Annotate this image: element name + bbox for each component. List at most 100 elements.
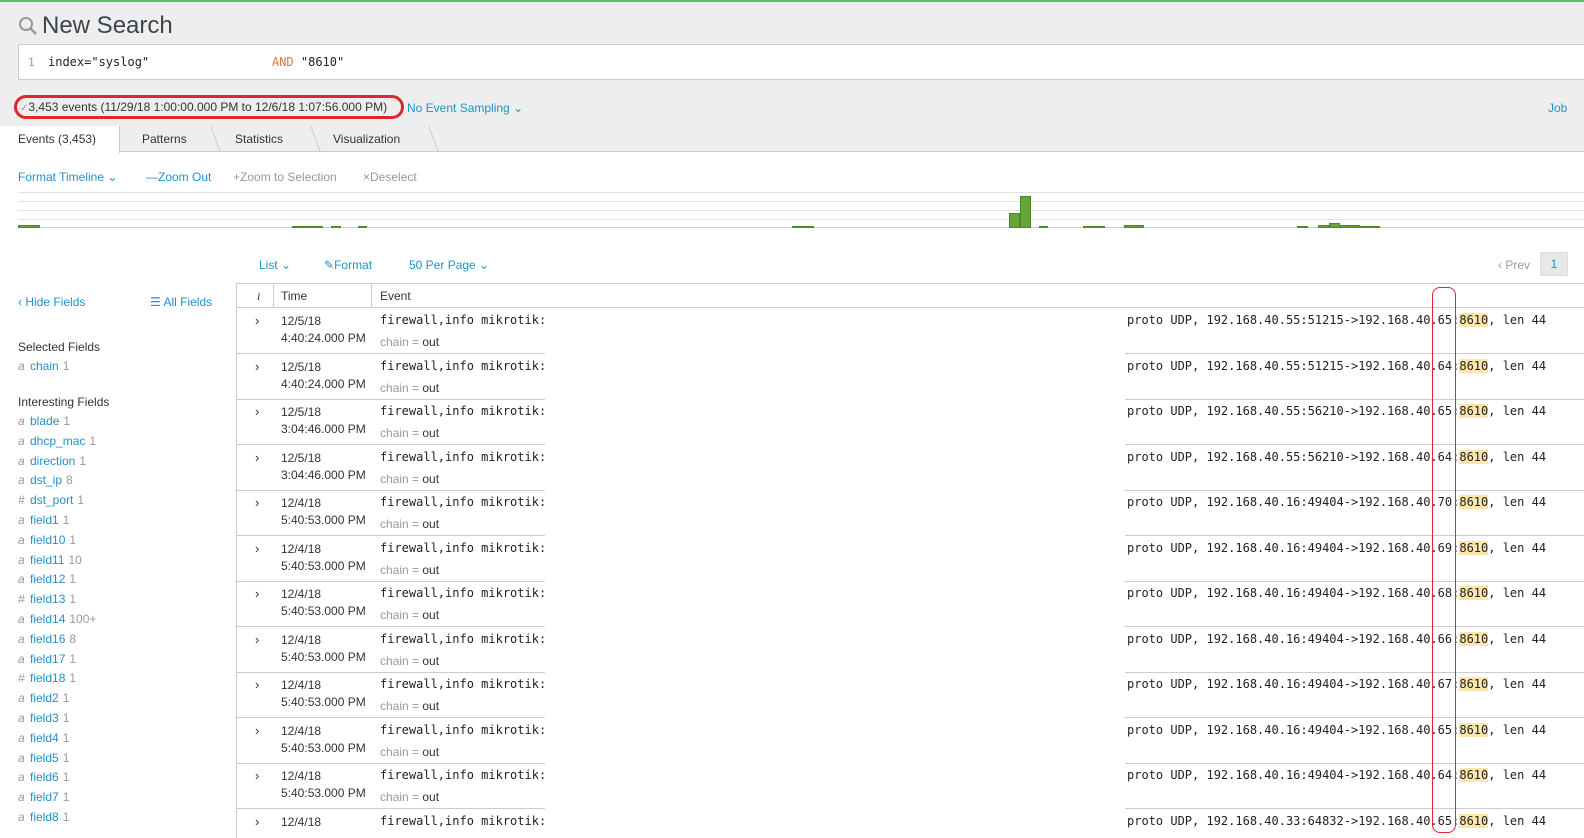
field-item-field7[interactable]: a field7 1 [18, 790, 69, 804]
event-date[interactable]: 12/4/18 [281, 496, 321, 510]
timeline-bar[interactable] [1317, 225, 1329, 228]
field-name[interactable]: field3 [30, 711, 59, 725]
timeline-bar[interactable] [1297, 226, 1309, 228]
all-fields-button[interactable]: ☰ All Fields [150, 295, 212, 309]
field-item-field8[interactable]: a field8 1 [18, 810, 69, 824]
field-item-field12[interactable]: a field12 1 [18, 572, 76, 586]
field-item-field18[interactable]: # field18 1 [18, 671, 76, 685]
highlighted-port[interactable]: 8610 [1459, 540, 1489, 555]
field-item-field5[interactable]: a field5 1 [18, 751, 69, 765]
highlighted-port[interactable]: 8610 [1459, 449, 1489, 464]
chain-field[interactable]: chain = out [380, 335, 439, 349]
field-item-field10[interactable]: a field10 1 [18, 533, 76, 547]
event-time[interactable]: 4:40:24.000 PM [281, 331, 366, 345]
chain-value[interactable]: out [422, 745, 439, 759]
field-item-field13[interactable]: # field13 1 [18, 592, 76, 606]
event-sampling-dropdown[interactable]: No Event Sampling ⌄ [407, 101, 523, 115]
field-item-field16[interactable]: a field16 8 [18, 632, 76, 646]
field-name[interactable]: field16 [30, 632, 65, 646]
timeline-bar[interactable] [791, 226, 814, 228]
event-date[interactable]: 12/4/18 [281, 587, 321, 601]
chain-value[interactable]: out [422, 563, 439, 577]
event-time[interactable]: 5:40:53.000 PM [281, 559, 366, 573]
highlighted-port[interactable]: 8610 [1459, 358, 1489, 373]
timeline-bar[interactable] [18, 225, 40, 228]
field-name[interactable]: field6 [30, 770, 59, 784]
field-name[interactable]: field7 [30, 790, 59, 804]
field-name[interactable]: field4 [30, 731, 59, 745]
field-item-dst_port[interactable]: # dst_port 1 [18, 493, 84, 507]
timeline-bar[interactable] [1339, 225, 1350, 228]
event-date[interactable]: 12/4/18 [281, 542, 321, 556]
event-date[interactable]: 12/5/18 [281, 451, 321, 465]
field-item-field2[interactable]: a field2 1 [18, 691, 69, 705]
expand-chevron-icon[interactable]: › [255, 632, 259, 647]
highlighted-port[interactable]: 8610 [1459, 313, 1489, 327]
prev-page-button[interactable]: ‹ Prev [1498, 258, 1530, 272]
timeline-bar[interactable] [1082, 226, 1105, 228]
field-item-field3[interactable]: a field3 1 [18, 711, 69, 725]
field-name[interactable]: chain [30, 359, 59, 373]
expand-chevron-icon[interactable]: › [255, 404, 259, 419]
field-name[interactable]: field18 [30, 671, 65, 685]
event-time[interactable]: 3:04:46.000 PM [281, 422, 366, 436]
event-time[interactable]: 3:04:46.000 PM [281, 468, 366, 482]
field-item-field17[interactable]: a field17 1 [18, 652, 76, 666]
event-date[interactable]: 12/5/18 [281, 360, 321, 374]
field-item-field6[interactable]: a field6 1 [18, 770, 69, 784]
field-item-field14[interactable]: a field14 100+ [18, 612, 96, 626]
field-name[interactable]: field13 [30, 592, 65, 606]
timeline-bar[interactable] [292, 226, 324, 228]
tab-visualization[interactable]: Visualization [333, 126, 400, 152]
time-column-header[interactable]: Time [281, 289, 307, 303]
event-date[interactable]: 12/4/18 [281, 815, 321, 829]
event-date[interactable]: 12/5/18 [281, 405, 321, 419]
field-name[interactable]: field1 [30, 513, 59, 527]
chain-field[interactable]: chain = out [380, 426, 439, 440]
expand-chevron-icon[interactable]: › [255, 450, 259, 465]
expand-chevron-icon[interactable]: › [255, 768, 259, 783]
field-name[interactable]: field8 [30, 810, 59, 824]
search-query-input[interactable]: 1 index="syslog" AND "8610" [18, 44, 1584, 80]
highlighted-port[interactable]: 8610 [1459, 722, 1489, 737]
per-page-dropdown[interactable]: 50 Per Page ⌄ [409, 258, 489, 272]
chain-value[interactable]: out [422, 381, 439, 395]
chain-field[interactable]: chain = out [380, 381, 439, 395]
chain-field[interactable]: chain = out [380, 790, 439, 804]
event-date[interactable]: 12/5/18 [281, 314, 321, 328]
hide-fields-button[interactable]: ‹ Hide Fields [18, 295, 85, 309]
expand-chevron-icon[interactable]: › [255, 677, 259, 692]
event-time[interactable]: 5:40:53.000 PM [281, 650, 366, 664]
field-name[interactable]: dst_ip [30, 473, 62, 487]
chain-value[interactable]: out [422, 699, 439, 713]
event-date[interactable]: 12/4/18 [281, 633, 321, 647]
timeline-bar[interactable] [357, 226, 368, 228]
field-name[interactable]: field12 [30, 572, 65, 586]
highlighted-port[interactable]: 8610 [1459, 813, 1489, 828]
timeline-bar[interactable] [1123, 225, 1144, 228]
event-time[interactable]: 5:40:53.000 PM [281, 741, 366, 755]
highlighted-port[interactable]: 8610 [1459, 677, 1489, 691]
chain-field[interactable]: chain = out [380, 699, 439, 713]
event-time[interactable]: 5:40:53.000 PM [281, 604, 366, 618]
timeline-bar[interactable] [1328, 223, 1340, 228]
highlighted-port[interactable]: 8610 [1459, 768, 1489, 782]
zoom-to-selection-button[interactable]: +Zoom to Selection [233, 170, 337, 184]
timeline-bar[interactable] [1020, 196, 1032, 228]
deselect-button[interactable]: ×Deselect [363, 170, 417, 184]
chain-field[interactable]: chain = out [380, 745, 439, 759]
field-item-field11[interactable]: a field11 10 [18, 553, 82, 567]
field-name[interactable]: field10 [30, 533, 65, 547]
expand-chevron-icon[interactable]: › [255, 313, 259, 328]
expand-chevron-icon[interactable]: › [255, 541, 259, 556]
tab-statistics[interactable]: Statistics [235, 126, 283, 152]
chain-value[interactable]: out [422, 426, 439, 440]
zoom-out-button[interactable]: —Zoom Out [146, 170, 211, 184]
timeline-bar[interactable] [1039, 226, 1049, 228]
format-timeline-button[interactable]: Format Timeline ⌄ [18, 170, 117, 184]
highlighted-port[interactable]: 8610 [1459, 404, 1489, 418]
field-name[interactable]: direction [30, 454, 75, 468]
event-date[interactable]: 12/4/18 [281, 769, 321, 783]
field-item-dhcp_mac[interactable]: a dhcp_mac 1 [18, 434, 96, 448]
field-item-field4[interactable]: a field4 1 [18, 731, 69, 745]
